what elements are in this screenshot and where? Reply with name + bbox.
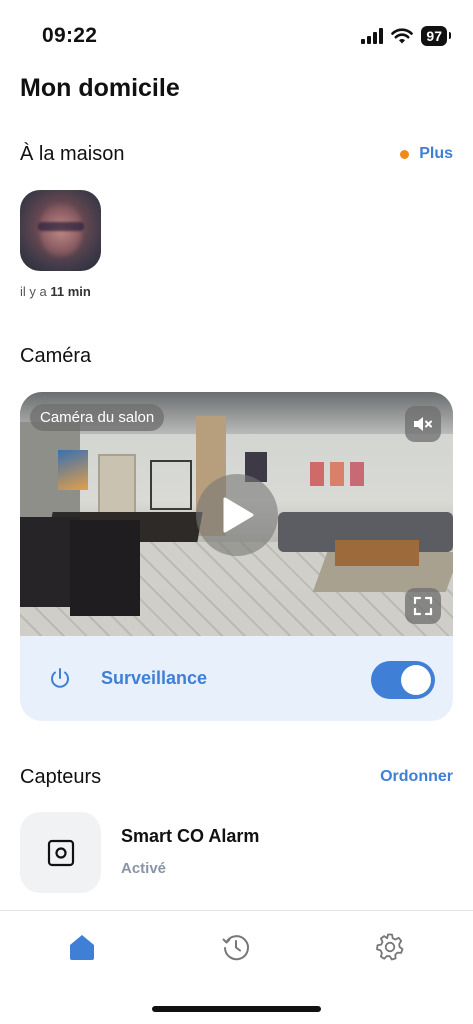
more-link[interactable]: Plus xyxy=(400,145,453,163)
play-icon xyxy=(223,497,254,533)
co-alarm-icon xyxy=(47,839,74,866)
last-seen-prefix: il y a xyxy=(20,284,51,299)
home-icon xyxy=(70,935,94,960)
page-title: Mon domicile xyxy=(20,74,180,102)
more-label: Plus xyxy=(419,145,453,162)
power-icon xyxy=(51,668,69,688)
surveillance-row: Surveillance xyxy=(20,636,453,721)
camera-card: Caméra du salon Surveillance xyxy=(20,392,453,721)
cellular-signal-icon xyxy=(361,28,384,44)
sensor-name[interactable]: Smart CO Alarm xyxy=(121,826,259,847)
tab-settings[interactable] xyxy=(374,931,406,963)
last-seen-time: il y a 11 min xyxy=(20,284,91,299)
mute-button[interactable] xyxy=(405,406,441,442)
status-bar: 09:22 97 xyxy=(0,0,473,70)
speaker-muted-icon xyxy=(414,417,432,431)
fullscreen-icon xyxy=(413,596,433,616)
surveillance-label: Surveillance xyxy=(101,668,208,688)
order-link[interactable]: Ordonner xyxy=(380,768,453,786)
status-time: 09:22 xyxy=(42,24,98,47)
wifi-icon xyxy=(391,28,414,44)
notification-dot xyxy=(400,149,410,159)
sensor-tile[interactable] xyxy=(20,812,101,893)
home-indicator xyxy=(152,1006,321,1012)
camera-preview[interactable]: Caméra du salon xyxy=(20,392,453,636)
tab-history[interactable] xyxy=(220,931,252,963)
camera-name-label: Caméra du salon xyxy=(30,404,165,431)
fullscreen-button[interactable] xyxy=(405,588,441,624)
surveillance-toggle[interactable] xyxy=(371,661,435,699)
person-avatar[interactable] xyxy=(20,190,101,271)
play-button[interactable] xyxy=(196,474,278,556)
home-section-title: À la maison xyxy=(20,143,125,165)
sensor-status: Activé xyxy=(121,860,167,877)
camera-section-title: Caméra xyxy=(20,345,92,367)
battery-indicator: 97 xyxy=(421,26,451,46)
sensors-section-title: Capteurs xyxy=(20,766,102,788)
settings-icon xyxy=(376,933,404,961)
status-icons: 97 xyxy=(361,26,451,46)
tab-home[interactable] xyxy=(66,931,98,963)
last-seen-value: 11 min xyxy=(50,284,91,299)
history-icon xyxy=(222,935,249,961)
toggle-knob xyxy=(401,665,431,695)
